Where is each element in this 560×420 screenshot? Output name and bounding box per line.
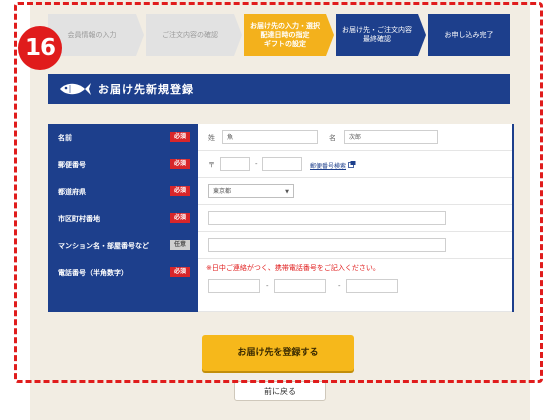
form-row-phone: 電話番号（半角数字） 必須 ※日中ご連絡がつく、携帯電話番号をご記入ください。 … bbox=[48, 259, 514, 312]
field-label: 名前 bbox=[58, 134, 72, 142]
required-badge: 必須 bbox=[170, 213, 190, 223]
value-cell: 〒 - 郵便番号検索 bbox=[198, 151, 512, 178]
field-label: 電話番号（半角数字） bbox=[58, 269, 128, 277]
section-header: お届け先新規登録 bbox=[48, 74, 510, 104]
label-cell: 郵便番号 必須 bbox=[48, 151, 198, 177]
last-name-input[interactable]: 魚 bbox=[222, 130, 318, 144]
field-label: 市区町村番地 bbox=[58, 215, 100, 223]
step-label: お届け先・ご注文内容 最終確認 bbox=[342, 26, 412, 43]
value-cell: 姓 魚 名 次郎 bbox=[198, 124, 512, 151]
back-button[interactable]: 前に戻る bbox=[234, 381, 326, 401]
field-label: マンション名・部屋番号など bbox=[58, 242, 149, 250]
mei-label: 名 bbox=[329, 134, 336, 142]
phone-second-input[interactable] bbox=[274, 279, 326, 293]
field-label: 郵便番号 bbox=[58, 161, 86, 169]
form-row-city: 市区町村番地 必須 bbox=[48, 205, 514, 232]
label-cell: 名前 必須 bbox=[48, 124, 198, 150]
step-delivery-current: お届け先の入力・選択 配達日時の指定 ギフトの設定 bbox=[244, 14, 334, 56]
register-address-button[interactable]: お届け先を登録する bbox=[202, 335, 354, 371]
fish-icon bbox=[60, 83, 91, 95]
postal-separator: - bbox=[255, 160, 258, 168]
value-cell: ※日中ご連絡がつく、携帯電話番号をご記入ください。 - - bbox=[198, 259, 512, 312]
optional-badge: 任意 bbox=[170, 240, 190, 250]
step-label: 会員情報の入力 bbox=[67, 30, 117, 39]
step-label: お届け先の入力・選択 配達日時の指定 ギフトの設定 bbox=[250, 21, 320, 48]
required-badge: 必須 bbox=[170, 186, 190, 196]
required-badge: 必須 bbox=[170, 132, 190, 142]
postal-lookup-link[interactable]: 郵便番号検索 bbox=[310, 161, 346, 170]
step-label: ご注文内容の確認 bbox=[162, 30, 218, 39]
form-row-prefecture: 都道府県 必須 東京都 ▼ bbox=[48, 178, 514, 205]
step-label: お申し込み完了 bbox=[444, 30, 494, 39]
label-cell: 市区町村番地 必須 bbox=[48, 205, 198, 231]
postal-code-second-input[interactable] bbox=[262, 157, 302, 171]
label-cell: 都道府県 必須 bbox=[48, 178, 198, 204]
phone-separator: - bbox=[338, 282, 341, 290]
chevron-down-icon: ▼ bbox=[285, 189, 289, 195]
value-cell bbox=[198, 205, 512, 232]
section-title: お届け先新規登録 bbox=[98, 83, 194, 96]
phone-third-input[interactable] bbox=[346, 279, 398, 293]
field-label: 都道府県 bbox=[58, 188, 86, 196]
required-badge: 必須 bbox=[170, 159, 190, 169]
phone-separator: - bbox=[266, 282, 269, 290]
city-address-input[interactable] bbox=[208, 211, 446, 225]
prefecture-selected: 東京都 bbox=[213, 188, 232, 195]
prefecture-select[interactable]: 東京都 ▼ bbox=[208, 184, 294, 198]
required-badge: 必須 bbox=[170, 267, 190, 277]
step-complete: お申し込み完了 bbox=[428, 14, 510, 56]
step-number-badge: 16 bbox=[18, 26, 62, 70]
phone-first-input[interactable] bbox=[208, 279, 260, 293]
postal-mark: 〒 bbox=[208, 161, 215, 169]
external-link-icon bbox=[348, 161, 356, 168]
form-row-name: 名前 必須 姓 魚 名 次郎 bbox=[48, 124, 514, 151]
form-row-building: マンション名・部屋番号など 任意 bbox=[48, 232, 514, 259]
first-name-input[interactable]: 次郎 bbox=[344, 130, 438, 144]
progress-steps: 会員情報の入力 ご注文内容の確認 お届け先の入力・選択 配達日時の指定 ギフトの… bbox=[48, 14, 510, 56]
value-cell: 東京都 ▼ bbox=[198, 178, 512, 205]
step-order-confirm: ご注文内容の確認 bbox=[146, 14, 242, 56]
postal-code-first-input[interactable] bbox=[220, 157, 250, 171]
label-cell: マンション名・部屋番号など 任意 bbox=[48, 232, 198, 258]
label-cell: 電話番号（半角数字） 必須 bbox=[48, 259, 198, 311]
step-final-confirm: お届け先・ご注文内容 最終確認 bbox=[336, 14, 426, 56]
value-cell bbox=[198, 232, 512, 259]
building-input[interactable] bbox=[208, 238, 446, 252]
address-form: 名前 必須 姓 魚 名 次郎 郵便番号 必須 〒 - 郵便番号検索 都道府県 必… bbox=[48, 124, 514, 312]
form-row-postal: 郵便番号 必須 〒 - 郵便番号検索 bbox=[48, 151, 514, 178]
phone-note: ※日中ご連絡がつく、携帯電話番号をご記入ください。 bbox=[206, 264, 380, 272]
sei-label: 姓 bbox=[208, 134, 215, 142]
